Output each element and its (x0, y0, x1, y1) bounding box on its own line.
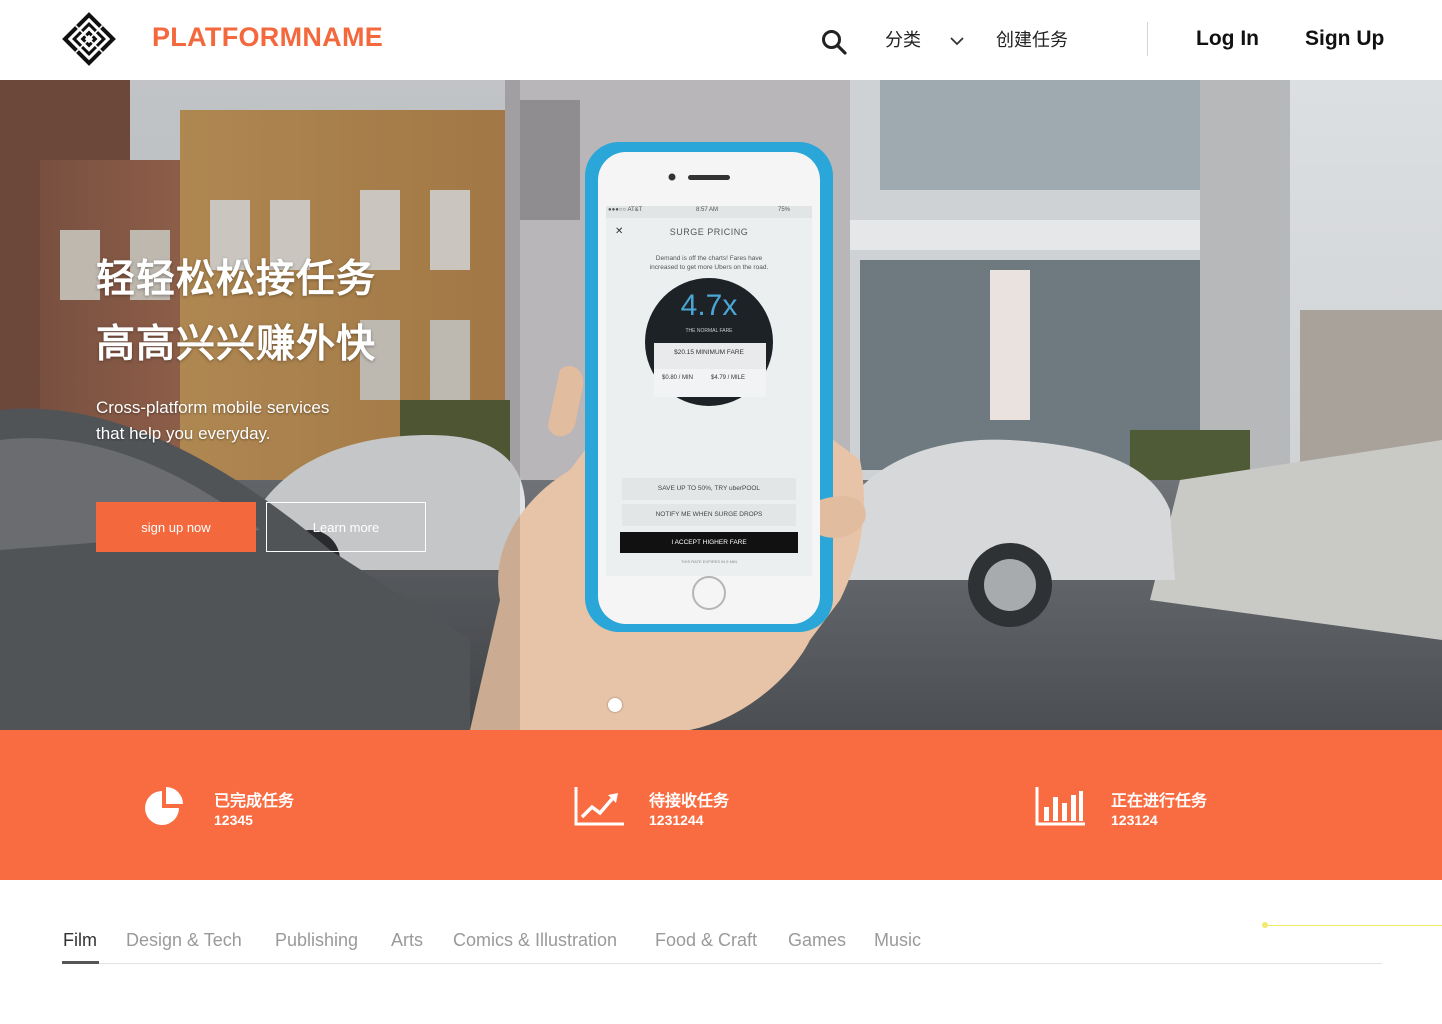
phone-multiplier: 4.7x (680, 289, 738, 322)
tab-publishing[interactable]: Publishing (275, 930, 358, 951)
diamond-lattice-logo-icon[interactable] (60, 10, 118, 68)
phone-footnote: THIS RATE EXPIRES IN 5 MIN (681, 559, 737, 564)
phone-time: 8:57 AM (696, 207, 719, 213)
tab-comics-illustration[interactable]: Comics & Illustration (453, 930, 617, 951)
tab-food-craft[interactable]: Food & Craft (655, 930, 757, 951)
hero-subtitle-line-1: Cross-platform mobile services (96, 398, 330, 417)
phone-option-pool[interactable]: SAVE UP TO 50%, TRY uberPOOL (606, 485, 812, 492)
phone-per-mile: $4.79 / MILE (711, 375, 746, 381)
chevron-down-icon[interactable] (948, 34, 966, 48)
learn-more-button[interactable]: Learn more (266, 502, 426, 552)
search-icon[interactable] (820, 28, 848, 56)
carousel-dot[interactable] (608, 698, 622, 712)
signup-now-button[interactable]: sign up now (96, 502, 256, 552)
phone-header: SURGE PRICING (669, 227, 749, 237)
hero-banner: ●●●○○ AT&T 8:57 AM 75% ✕ SURGE PRICING D… (0, 80, 1442, 730)
stat-completed-value: 12345 (214, 812, 253, 828)
active-tab-indicator (62, 961, 99, 964)
phone-carrier: ●●●○○ AT&T (608, 207, 643, 213)
phone-per-min: $0.80 / MIN (662, 375, 694, 381)
tab-music[interactable]: Music (874, 930, 921, 951)
stats-bar: 已完成任务 12345 待接收任务 1231244 正在进行任务 123124 (0, 730, 1442, 880)
phone-option-notify[interactable]: NOTIFY ME WHEN SURGE DROPS (606, 511, 812, 518)
nav-category[interactable]: 分类 (885, 26, 921, 52)
stat-in-progress-label: 正在进行任务 (1111, 793, 1208, 810)
stat-pending-value: 1231244 (649, 812, 704, 828)
pie-chart-icon (145, 787, 183, 825)
stat-in-progress-value: 123124 (1111, 812, 1158, 828)
phone-multiplier-caption: THE NORMAL FARE (685, 328, 733, 334)
phone-accept-button[interactable]: I ACCEPT HIGHER FARE (620, 539, 798, 546)
bar-chart-icon (1035, 787, 1085, 826)
tab-film[interactable]: Film (63, 930, 97, 951)
decorative-line (1262, 925, 1442, 926)
phone-message-1: Demand is off the charts! Fares have (655, 255, 763, 262)
stat-completed-label: 已完成任务 (214, 793, 295, 810)
hero-title-line-2: 高高兴兴赚外快 (96, 323, 377, 366)
tab-design-tech[interactable]: Design & Tech (126, 930, 242, 951)
hero-title-line-1: 轻轻松松接任务 (96, 258, 377, 301)
tab-arts[interactable]: Arts (391, 930, 423, 951)
nav-create-task[interactable]: 创建任务 (996, 26, 1068, 52)
brand-name[interactable]: PLATFORMNAME (152, 22, 383, 53)
signup-link[interactable]: Sign Up (1305, 27, 1384, 51)
tab-games[interactable]: Games (788, 930, 846, 951)
nav-divider (1147, 22, 1148, 56)
category-tabs: Film Design & Tech Publishing Arts Comic… (62, 928, 1382, 964)
login-link[interactable]: Log In (1196, 27, 1259, 51)
line-chart-icon (574, 787, 624, 826)
top-navbar: PLATFORMNAME 分类 创建任务 Log In Sign Up (0, 0, 1442, 80)
hero-subtitle-line-2: that help you everyday. (96, 424, 271, 443)
phone-message-2: increased to get more Ubers on the road. (649, 264, 769, 271)
phone-battery: 75% (778, 207, 791, 213)
phone-minimum-fare: $20.15 MINIMUM FARE (674, 349, 744, 356)
phone-screen: ●●●○○ AT&T 8:57 AM 75% ✕ SURGE PRICING D… (606, 206, 812, 576)
stat-pending-label: 待接收任务 (649, 793, 730, 810)
